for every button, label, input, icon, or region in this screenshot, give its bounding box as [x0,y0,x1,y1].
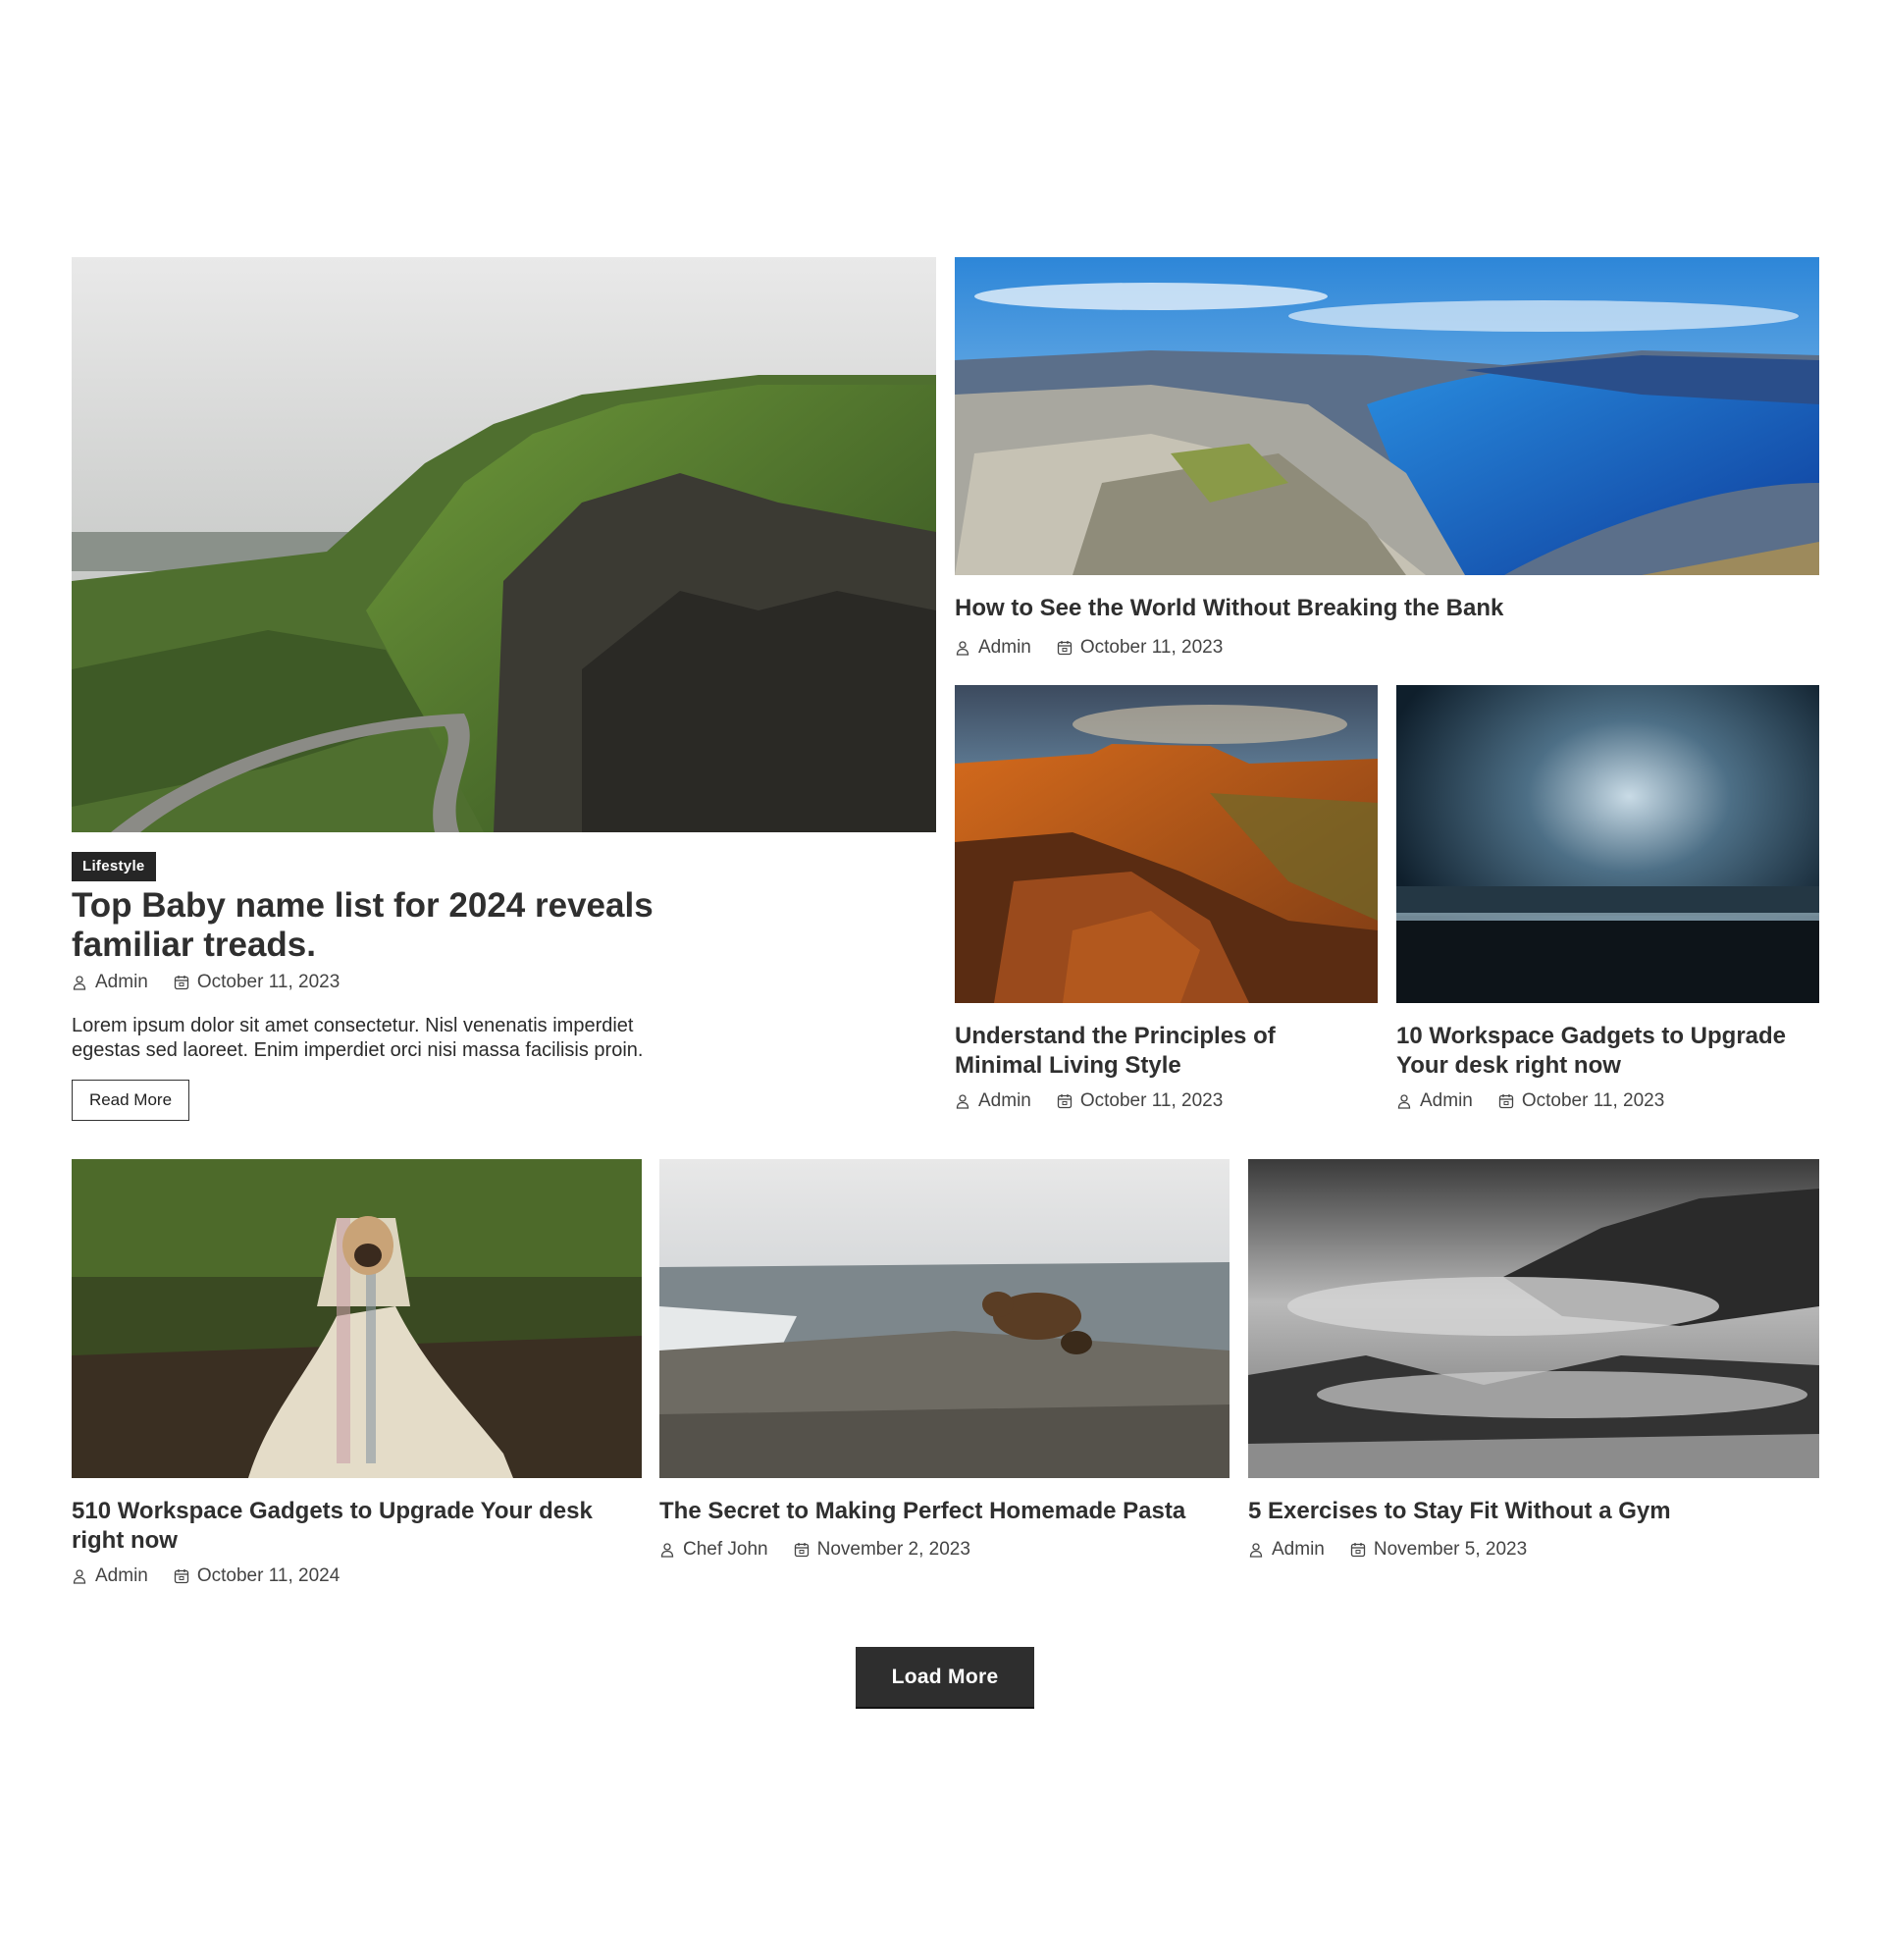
mid-right-image[interactable] [1396,685,1819,1003]
author: Admin [1396,1090,1473,1112]
calendar-icon [174,976,189,990]
author-name: Admin [95,972,148,992]
calendar-icon [174,1569,189,1584]
mid-left-title[interactable]: Understand the Principles of Minimal Liv… [955,1022,1367,1081]
featured-title[interactable]: Top Baby name list for 2024 reveals fami… [72,886,660,964]
mid-right-meta: Admin October 11, 2023 [1396,1090,1664,1112]
date-text: November 2, 2023 [816,1539,970,1560]
user-icon [1249,1543,1263,1558]
date: October 11, 2023 [1057,637,1223,659]
date: November 2, 2023 [794,1539,970,1561]
user-icon [1397,1094,1411,1109]
load-more-button[interactable]: Load More [856,1647,1034,1707]
mid-right-title[interactable]: 10 Workspace Gadgets to Upgrade Your des… [1396,1022,1808,1081]
date-text: October 11, 2023 [1079,1090,1224,1111]
author: Admin [955,637,1031,659]
calendar-icon [1350,1543,1366,1558]
featured-image[interactable] [72,257,936,832]
grid-image-1[interactable] [72,1159,642,1478]
author: Chef John [659,1539,768,1561]
date: October 11, 2023 [1057,1090,1223,1112]
author-name: Admin [1272,1539,1325,1560]
grid-image-3[interactable] [1248,1159,1819,1478]
user-icon [956,1094,969,1109]
user-icon [660,1543,674,1558]
top-right-image[interactable] [955,257,1819,575]
author: Admin [72,1565,148,1587]
author-name: Admin [978,1090,1031,1111]
user-icon [956,641,969,656]
featured-excerpt: Lorem ipsum dolor sit amet consectetur. … [72,1015,644,1061]
date-text: October 11, 2024 [196,1565,340,1586]
grid-image-2[interactable] [659,1159,1230,1478]
calendar-icon [794,1543,809,1558]
grid-meta-3: Admin November 5, 2023 [1248,1539,1527,1561]
date: October 11, 2023 [1498,1090,1664,1112]
date-text: October 11, 2023 [196,972,340,992]
author-name: Admin [95,1565,148,1586]
calendar-icon [1057,641,1073,656]
date: October 11, 2023 [174,972,340,993]
date-text: November 5, 2023 [1373,1539,1528,1560]
calendar-icon [1057,1094,1073,1109]
user-icon [73,976,86,990]
calendar-icon [1498,1094,1514,1109]
author-name: Admin [978,637,1031,658]
author: Admin [72,972,148,993]
date: October 11, 2024 [174,1565,340,1587]
author-name: Admin [1420,1090,1473,1111]
grid-meta-1: Admin October 11, 2024 [72,1565,340,1587]
top-right-title[interactable]: How to See the World Without Breaking th… [955,594,1799,623]
author-name: Chef John [683,1539,768,1560]
author: Admin [1248,1539,1325,1561]
grid-title-1[interactable]: 510 Workspace Gadgets to Upgrade Your de… [72,1497,641,1556]
grid-title-2[interactable]: The Secret to Making Perfect Homemade Pa… [659,1497,1229,1526]
date: November 5, 2023 [1350,1539,1527,1561]
mid-left-meta: Admin October 11, 2023 [955,1090,1223,1112]
top-right-meta: Admin October 11, 2023 [955,637,1223,659]
category-badge[interactable]: Lifestyle [72,852,156,881]
date-text: October 11, 2023 [1079,637,1224,658]
grid-meta-2: Chef John November 2, 2023 [659,1539,970,1561]
mid-left-image[interactable] [955,685,1378,1003]
user-icon [73,1569,86,1584]
grid-title-3[interactable]: 5 Exercises to Stay Fit Without a Gym [1248,1497,1817,1526]
author: Admin [955,1090,1031,1112]
date-text: October 11, 2023 [1521,1090,1665,1111]
read-more-button[interactable]: Read More [72,1080,189,1121]
featured-meta: Admin October 11, 2023 [72,972,340,993]
